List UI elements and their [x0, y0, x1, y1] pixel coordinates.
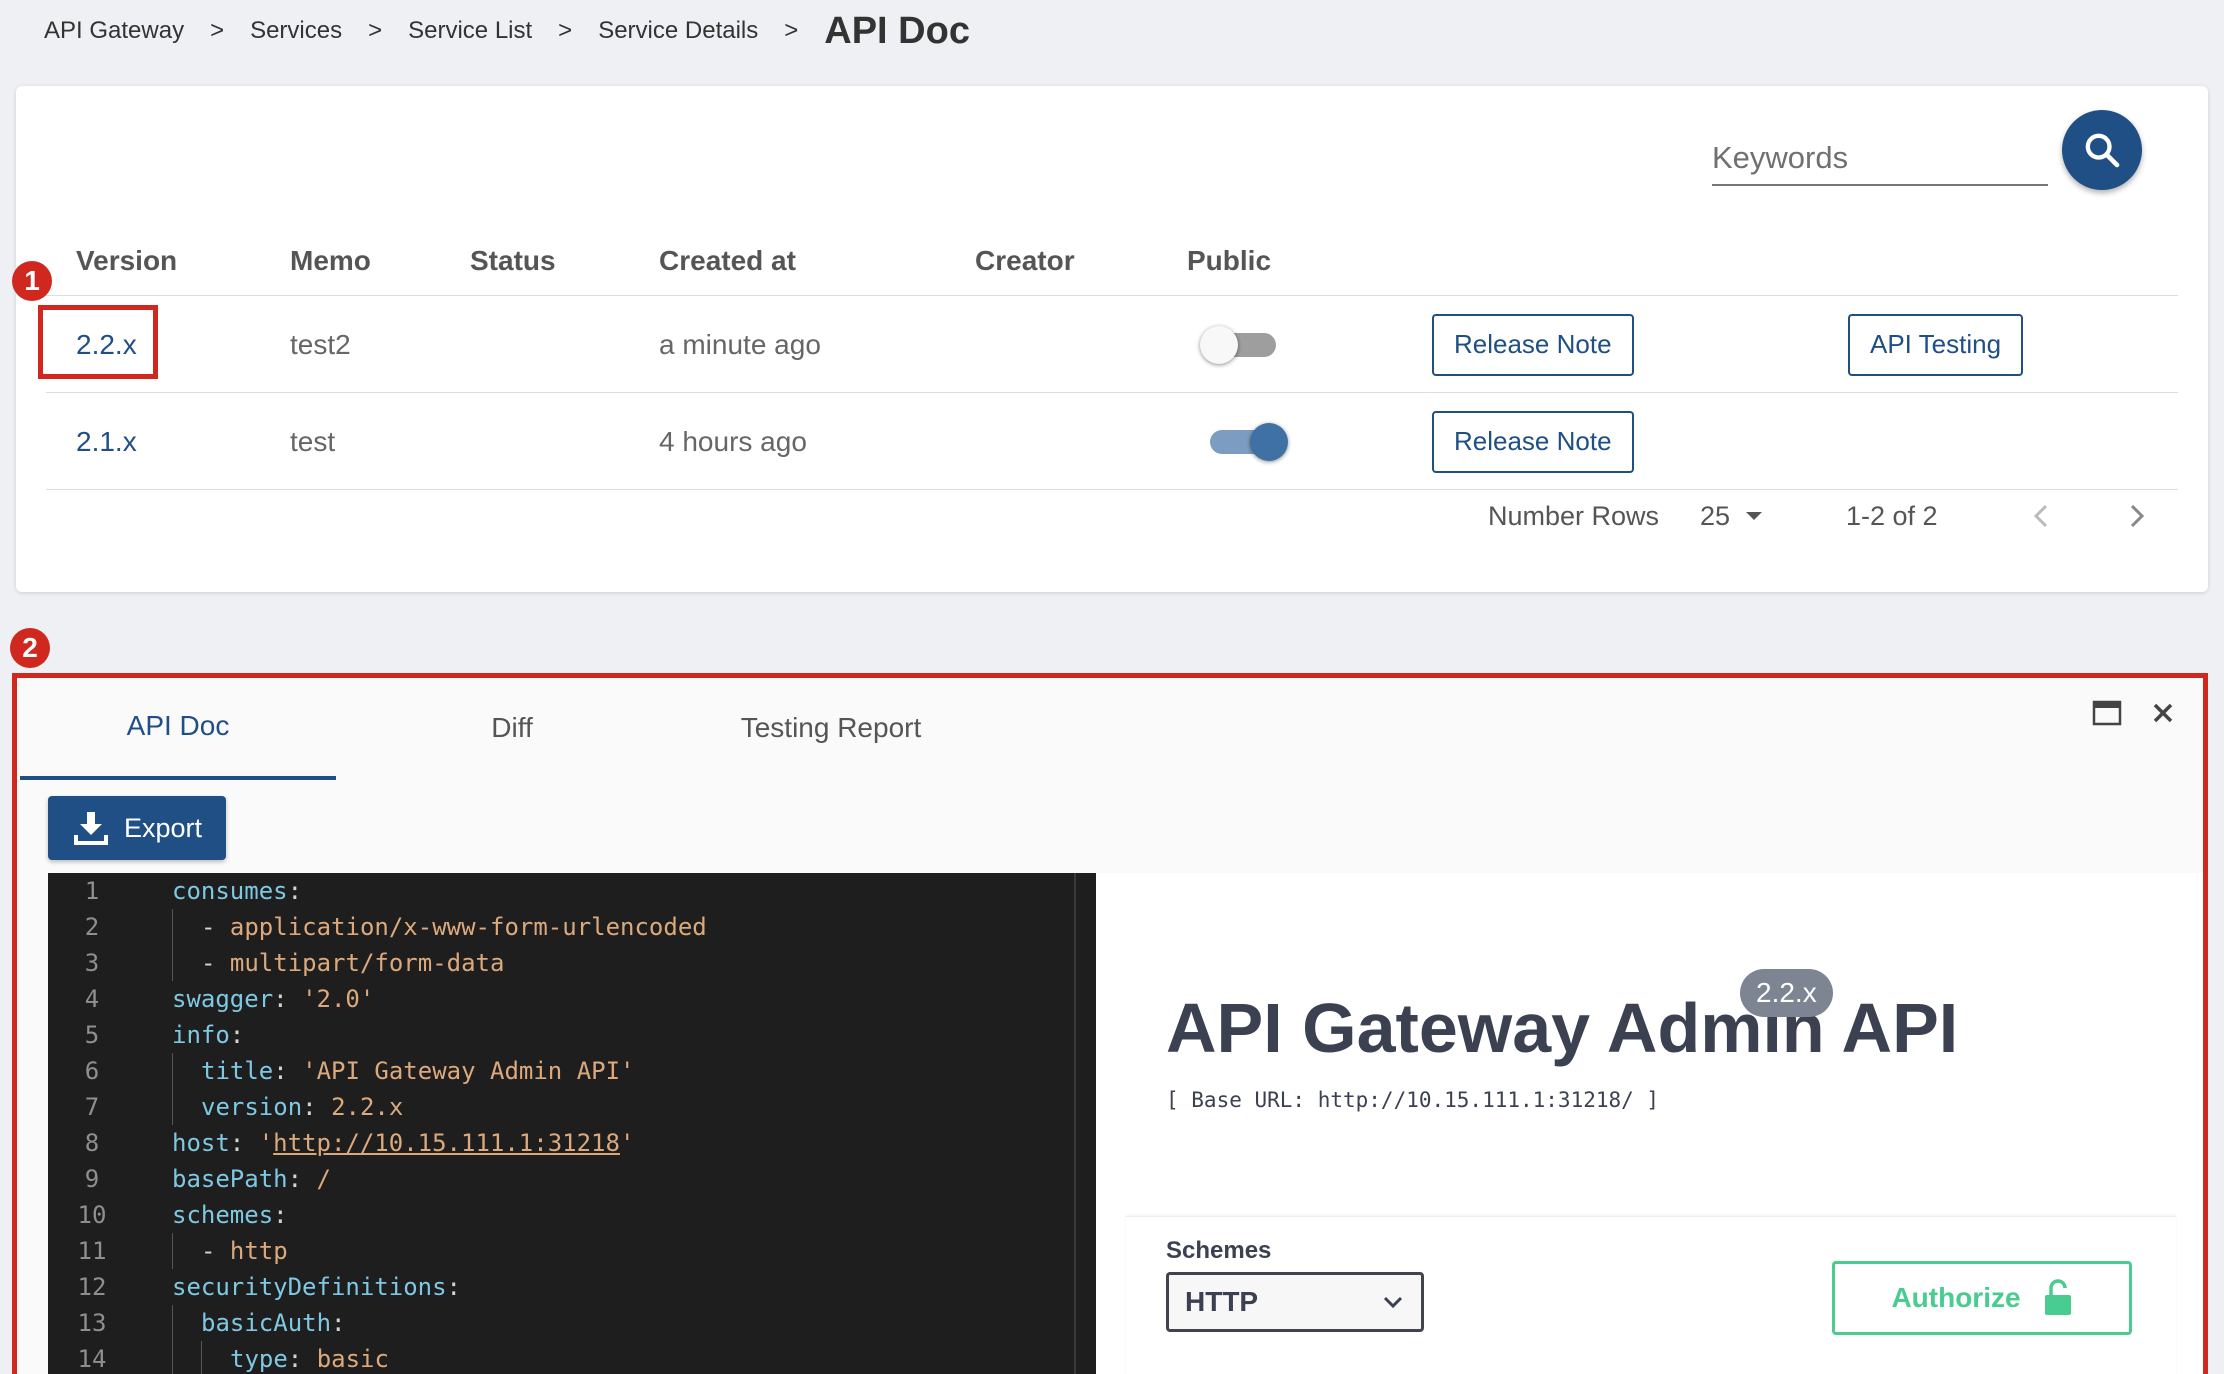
table-row: 2.2.x test2 a minute ago Release Note AP… [46, 296, 2178, 393]
memo-cell: test [290, 425, 336, 457]
annotation-badge-1: 1 [12, 261, 52, 301]
previous-page-button[interactable] [2030, 486, 2052, 546]
rows-per-page-label: Number Rows [1488, 500, 1660, 531]
breadcrumb-service-details[interactable]: Service Details [598, 17, 758, 45]
column-header-created-at[interactable]: Created at [659, 226, 796, 296]
page-title: API Doc [824, 9, 970, 52]
created-at-cell: 4 hours ago [659, 425, 807, 457]
search-button[interactable] [2062, 110, 2142, 190]
release-note-button[interactable]: Release Note [1432, 410, 1634, 473]
version-link[interactable]: 2.1.x [76, 426, 137, 458]
annotation-badge-2: 2 [10, 628, 50, 668]
chevron-right-icon [2130, 504, 2145, 528]
breadcrumb: API Gateway > Services > Service List > … [44, 6, 970, 56]
column-header-version[interactable]: Version [76, 226, 177, 296]
column-header-memo[interactable]: Memo [290, 226, 371, 296]
table-header: Version Memo Status Created at Creator P… [46, 226, 2178, 296]
chevron-left-icon [2033, 504, 2048, 528]
public-toggle[interactable] [1206, 417, 1288, 467]
toggle-thumb [1250, 422, 1288, 461]
column-header-status[interactable]: Status [470, 226, 556, 296]
rows-per-page-select[interactable]: 25 [1700, 486, 1764, 546]
page-range: 1-2 of 2 [1846, 500, 1938, 531]
caret-down-icon [1746, 512, 1763, 520]
api-testing-button[interactable]: API Testing [1848, 313, 2024, 376]
table-row: 2.1.x test 4 hours ago Release Note [46, 393, 2178, 490]
annotation-highlight-2 [12, 673, 2208, 1374]
column-header-creator[interactable]: Creator [975, 226, 1075, 296]
breadcrumb-separator: > [210, 17, 225, 44]
rows-per-page-value: 25 [1700, 500, 1731, 531]
next-page-button[interactable] [2126, 486, 2148, 546]
search-input[interactable] [1712, 140, 2048, 184]
public-toggle[interactable] [1200, 320, 1280, 370]
breadcrumb-separator: > [368, 17, 383, 44]
breadcrumb-service-list[interactable]: Service List [408, 17, 532, 45]
memo-cell: test2 [290, 328, 351, 360]
toggle-thumb [1200, 325, 1238, 364]
release-note-button[interactable]: Release Note [1432, 313, 1634, 376]
column-header-public[interactable]: Public [1187, 226, 1271, 296]
annotation-highlight-1 [38, 305, 158, 379]
breadcrumb-api-gateway[interactable]: API Gateway [44, 17, 184, 45]
breadcrumb-separator: > [784, 17, 799, 44]
versions-table: Version Memo Status Created at Creator P… [46, 226, 2178, 490]
search-field [1712, 130, 2048, 186]
created-at-cell: a minute ago [659, 328, 821, 360]
breadcrumb-services[interactable]: Services [250, 17, 342, 45]
search-icon [2085, 133, 2120, 168]
versions-card: Version Memo Status Created at Creator P… [16, 86, 2208, 592]
breadcrumb-separator: > [558, 17, 573, 44]
